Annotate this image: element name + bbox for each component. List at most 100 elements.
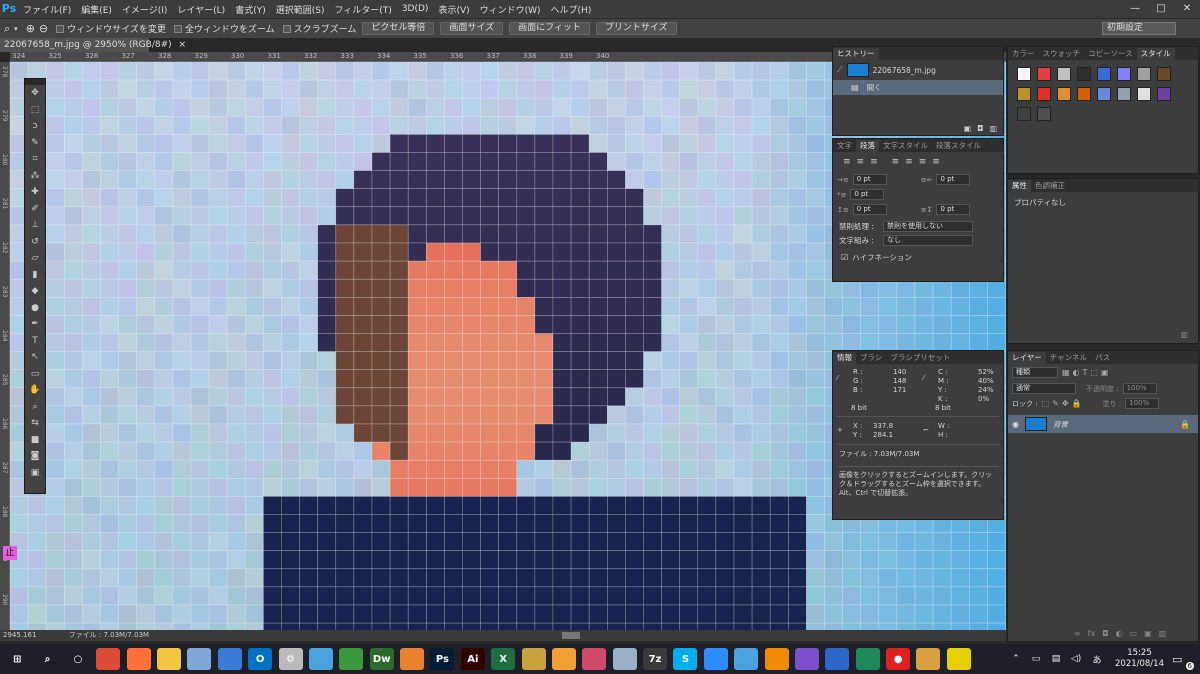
zoom-level[interactable]: 2945.161 bbox=[3, 631, 36, 639]
quick-select-icon[interactable]: ✎ bbox=[25, 135, 45, 152]
swap-colors-icon[interactable]: ⇆ bbox=[25, 415, 45, 432]
app-icon-8[interactable] bbox=[734, 648, 759, 670]
app-icon-11[interactable] bbox=[855, 648, 880, 670]
style-swatch[interactable] bbox=[1037, 87, 1051, 101]
camera-icon[interactable]: ◘ bbox=[977, 124, 983, 133]
style-swatch[interactable] bbox=[1157, 67, 1171, 81]
zoom-out-icon[interactable]: ⊖ bbox=[39, 22, 48, 35]
gradient-icon[interactable]: ▮ bbox=[25, 267, 45, 284]
document-tab[interactable]: 22067658_m.jpg @ 2950% (RGB/8#) × bbox=[0, 38, 186, 52]
fill-field[interactable]: 100% bbox=[1125, 398, 1160, 409]
app-icon-5[interactable] bbox=[521, 648, 546, 670]
search-icon[interactable]: ⌕ bbox=[36, 648, 60, 670]
maximize-button[interactable]: □ bbox=[1148, 0, 1174, 18]
menu-item[interactable]: 選択範囲(S) bbox=[271, 3, 330, 16]
folder-icon[interactable]: ▭ bbox=[1130, 629, 1138, 638]
align-left-icon[interactable]: ≡ bbox=[843, 157, 851, 167]
blur-icon[interactable]: ◆ bbox=[25, 283, 45, 300]
cortana-icon[interactable]: ○ bbox=[66, 648, 90, 670]
explorer-icon[interactable] bbox=[157, 648, 182, 670]
zoom-tool-icon[interactable]: ⌕ bbox=[25, 399, 45, 416]
path-select-icon[interactable]: ↖ bbox=[25, 349, 45, 366]
kinsoku-select[interactable]: 禁則を使用しない bbox=[883, 221, 973, 232]
mask-icon[interactable]: ◘ bbox=[1102, 629, 1108, 638]
style-swatch[interactable] bbox=[1137, 67, 1151, 81]
menu-item[interactable]: ファイル(F) bbox=[18, 3, 76, 16]
minimize-button[interactable]: — bbox=[1122, 0, 1148, 18]
record-icon[interactable]: ● bbox=[886, 648, 911, 670]
app-icon-4[interactable] bbox=[400, 648, 425, 670]
skype-icon[interactable]: S bbox=[673, 648, 698, 670]
option-button[interactable]: 画面にフィット bbox=[509, 22, 590, 35]
menu-item[interactable]: 書式(Y) bbox=[230, 3, 271, 16]
excel-icon[interactable]: X bbox=[491, 648, 516, 670]
photoshop-icon[interactable]: Ps bbox=[430, 648, 455, 670]
layer-row-background[interactable]: ◉ 背景 🔒 bbox=[1008, 415, 1198, 433]
app-icon-1[interactable] bbox=[187, 648, 212, 670]
option-button[interactable]: ピクセル等倍 bbox=[362, 22, 435, 35]
style-swatch[interactable] bbox=[1017, 107, 1031, 121]
eraser-icon[interactable]: ▱ bbox=[25, 250, 45, 267]
checkbox[interactable] bbox=[173, 24, 182, 33]
menu-item[interactable]: 表示(V) bbox=[433, 3, 474, 16]
option-check[interactable]: スクラブズーム bbox=[282, 22, 356, 35]
mojigumi-select[interactable]: なし bbox=[883, 235, 973, 246]
menu-item[interactable]: レイヤー(L) bbox=[172, 3, 230, 16]
tab-3[interactable]: スタイル bbox=[1136, 48, 1175, 60]
menu-item[interactable]: フィルター(T) bbox=[329, 3, 396, 16]
app-icon-10[interactable] bbox=[825, 648, 850, 670]
shape-icon[interactable]: ▭ bbox=[25, 366, 45, 383]
zoom-in-icon[interactable]: ⊕ bbox=[26, 22, 35, 35]
zoom-icon[interactable]: ⌕ bbox=[4, 22, 10, 36]
style-swatch[interactable] bbox=[1057, 87, 1071, 101]
app-icon-2[interactable] bbox=[308, 648, 333, 670]
justify-all-icon[interactable]: ≡ bbox=[932, 157, 940, 167]
blend-mode-select[interactable]: 通常 bbox=[1012, 383, 1076, 394]
trash-icon[interactable]: ▥ bbox=[1159, 629, 1167, 638]
windows-start-icon[interactable]: ⊞ bbox=[5, 648, 29, 670]
style-swatch[interactable] bbox=[1057, 67, 1071, 81]
close-button[interactable]: ✕ bbox=[1174, 0, 1200, 18]
new-document-icon[interactable]: ▣ bbox=[964, 124, 972, 133]
tab-1[interactable]: ブラシ bbox=[856, 352, 886, 364]
app-icon-6[interactable] bbox=[582, 648, 607, 670]
marquee-icon[interactable]: ⬚ bbox=[25, 102, 45, 119]
app-icon-3[interactable] bbox=[339, 648, 364, 670]
style-swatch[interactable] bbox=[1017, 87, 1031, 101]
justify-last-center-icon[interactable]: ≡ bbox=[905, 157, 913, 167]
tab-0[interactable]: 属性 bbox=[1008, 180, 1031, 192]
7zip-icon[interactable]: 7z bbox=[643, 648, 668, 670]
history-brush-source-icon[interactable]: ⟋ bbox=[837, 65, 843, 75]
trash-icon[interactable]: ▥ bbox=[989, 124, 997, 133]
tab-0[interactable]: 文字 bbox=[833, 140, 856, 152]
lasso-icon[interactable]: ↄ bbox=[25, 118, 45, 135]
menu-item[interactable]: ウィンドウ(W) bbox=[475, 3, 546, 16]
option-check[interactable]: ウィンドウサイズを変更 bbox=[56, 22, 166, 35]
menu-item[interactable]: イメージ(I) bbox=[117, 3, 173, 16]
app-icon-12[interactable] bbox=[916, 648, 941, 670]
hyphenation-checkbox[interactable]: ☑ bbox=[841, 253, 848, 262]
adjustment-icon[interactable]: ◐ bbox=[1116, 629, 1123, 638]
screen-mode-icon[interactable]: ▣ bbox=[25, 465, 45, 482]
menu-item[interactable]: ヘルプ(H) bbox=[546, 3, 597, 16]
notification-icon[interactable]: ▭ 6 bbox=[1172, 653, 1194, 670]
style-swatch[interactable] bbox=[1037, 107, 1051, 121]
eye-icon[interactable]: ◉ bbox=[1012, 420, 1019, 429]
workspace-select[interactable]: 初期設定 bbox=[1102, 22, 1176, 35]
app-icon-9[interactable] bbox=[794, 648, 819, 670]
chevron-up-icon[interactable]: ⌃ bbox=[1009, 654, 1023, 664]
history-state[interactable]: ▤ 開く bbox=[833, 80, 1003, 95]
battery-icon[interactable]: ▭ bbox=[1029, 654, 1043, 664]
option-button[interactable]: プリントサイズ bbox=[595, 22, 677, 35]
checkbox[interactable] bbox=[56, 24, 65, 33]
clock[interactable]: 15:25 2021/08/14 bbox=[1115, 648, 1164, 670]
settings-icon[interactable]: ⚙ bbox=[278, 648, 303, 670]
tab-2[interactable]: 文字スタイル bbox=[879, 140, 932, 152]
color-swatch-icon[interactable]: ■ bbox=[25, 432, 45, 449]
quickmask-icon[interactable]: ◙ bbox=[25, 448, 45, 465]
justify-last-right-icon[interactable]: ≡ bbox=[919, 157, 927, 167]
outlook-icon[interactable]: O bbox=[248, 648, 273, 670]
style-swatch[interactable] bbox=[1137, 87, 1151, 101]
tab-0[interactable]: 情報 bbox=[833, 352, 856, 364]
illustrator-icon[interactable]: Ai bbox=[460, 648, 485, 670]
